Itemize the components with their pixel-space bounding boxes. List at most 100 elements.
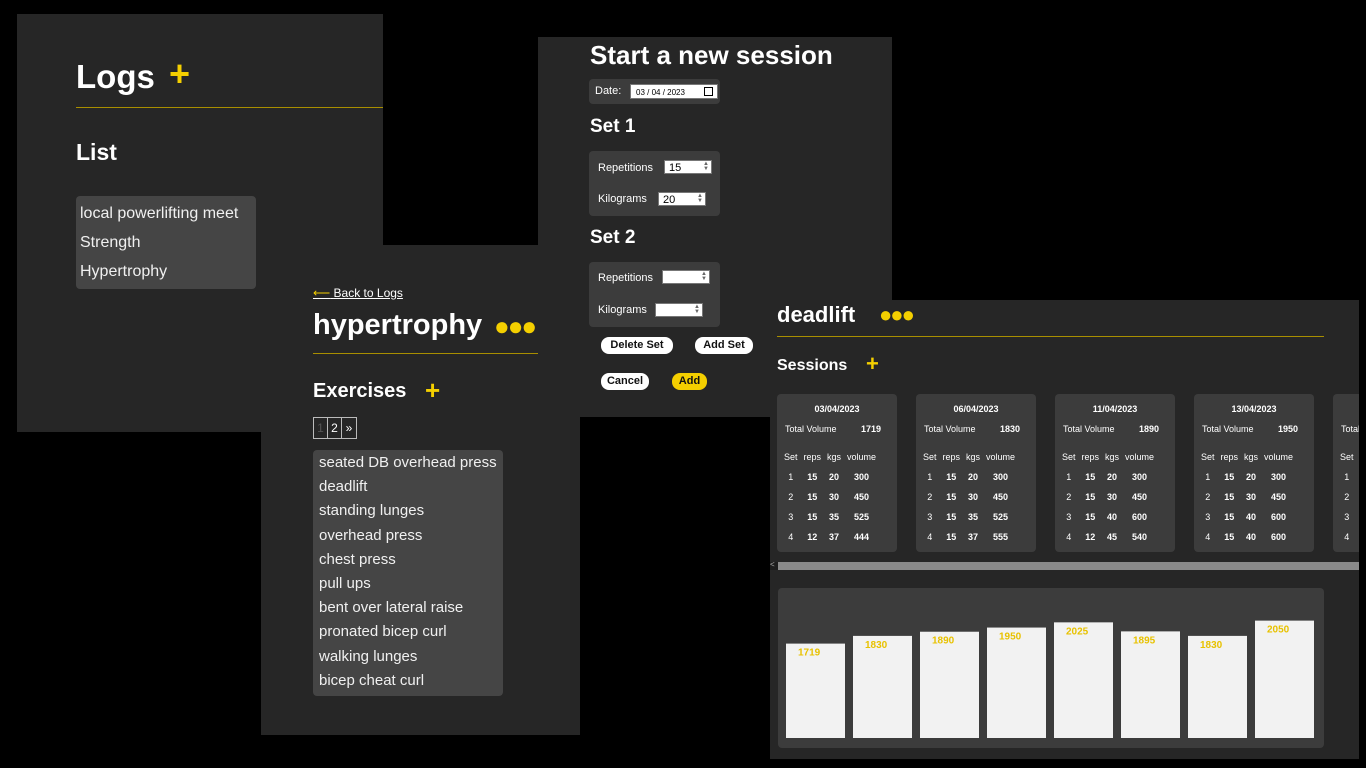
table-cell: 450 <box>1271 492 1287 502</box>
column-header: reps <box>803 452 822 462</box>
list-item[interactable]: pull ups <box>319 572 497 596</box>
table-row: 4 <box>1337 527 1359 547</box>
list-item[interactable]: Strength <box>80 228 252 257</box>
list-item[interactable]: standing lunges <box>319 499 497 523</box>
delete-set-button[interactable]: Delete Set <box>601 337 673 354</box>
cancel-button[interactable]: Cancel <box>601 373 649 390</box>
table-row: 3 15 40 600 <box>1059 507 1157 527</box>
add-button[interactable]: Add <box>672 373 707 390</box>
more-dots-icon[interactable]: ●●● <box>494 311 537 342</box>
table-cell: 600 <box>1271 532 1287 542</box>
page-2-button[interactable]: 2 <box>328 418 342 438</box>
next-page-button[interactable]: » <box>342 418 356 438</box>
plus-icon[interactable]: + <box>169 56 190 92</box>
total-volume-label: Total Volume <box>1341 424 1359 434</box>
table-cell: 1 <box>927 472 933 482</box>
column-header: volume <box>1264 452 1294 462</box>
back-to-logs-link[interactable]: ⟵ Back to Logs <box>313 286 403 300</box>
column-header: volume <box>986 452 1016 462</box>
session-cards: 03/04/2023 Total Volume 1719 Set reps kgs volu… <box>777 394 1359 552</box>
list-item[interactable]: pronated bicep curl <box>319 620 497 644</box>
table-header: Setrepskgs volume <box>781 447 879 467</box>
list-item[interactable]: bent over lateral raise <box>319 596 497 620</box>
session-card[interactable]: 11/04/2023 Total Volume 1890 Set reps kgs volu… <box>1055 394 1175 552</box>
spinner-icon[interactable]: ▲ ▼ <box>697 193 703 204</box>
chart-bar <box>920 631 979 738</box>
column-header: Set <box>1062 452 1076 462</box>
list-item[interactable]: chest press <box>319 548 497 572</box>
bar-value-label: 2050 <box>1267 625 1290 636</box>
reps-value: 15 <box>669 162 682 174</box>
kg-input[interactable]: 20 ▲ ▼ <box>658 192 706 206</box>
session-date: 03/04/2023 <box>814 404 860 414</box>
bar-value-label: 1719 <box>798 648 821 659</box>
scrollbar-thumb[interactable] <box>778 562 1359 570</box>
table-cell: 15 <box>1224 492 1235 502</box>
logs-list: local powerlifting meet Strength Hypertr… <box>76 196 256 289</box>
set-2-group: Repetitions ▲ ▼ Kilograms ▲ ▼ <box>589 262 720 327</box>
horizontal-scrollbar[interactable]: < <box>770 560 1359 570</box>
list-item[interactable]: seated DB overhead press <box>319 451 497 475</box>
table-cell: 12 <box>1085 532 1096 542</box>
table-row: 2 15 30 450 <box>1059 487 1157 507</box>
sessions-heading: Sessions <box>777 357 848 374</box>
hypertrophy-panel: ⟵ Back to Logs hypertrophy ●●● Exercises… <box>261 245 580 735</box>
spinner-icon[interactable]: ▲ ▼ <box>694 304 700 315</box>
list-item[interactable]: bicep cheat curl <box>319 669 497 693</box>
table-cell: 15 <box>946 512 957 522</box>
table-cell: 525 <box>854 512 870 522</box>
table-cell: 15 <box>946 532 957 542</box>
kg-label: Kilograms <box>598 193 647 205</box>
list-item[interactable]: deadlift <box>319 475 497 499</box>
kg-label: Kilograms <box>598 304 647 316</box>
table-row: 1 15 20 300 <box>920 467 1018 487</box>
session-card[interactable]: Total Volume Setrepskgsvolume 1 2 3 4 <box>1333 394 1359 552</box>
page-1-button[interactable]: 1 <box>314 418 328 438</box>
bar-value-label: 1950 <box>999 632 1022 643</box>
table-header: Setrepskgs volume <box>1059 447 1157 467</box>
session-card[interactable]: 13/04/2023 Total Volume 1950 Set reps kgs volu… <box>1194 394 1314 552</box>
kg-value: 20 <box>663 194 676 206</box>
total-volume-label: Total Volume <box>1063 424 1115 434</box>
table-cell: 40 <box>1107 512 1118 522</box>
table-row: 1 15 20 300 <box>1059 467 1157 487</box>
list-item[interactable]: local powerlifting meet <box>80 199 252 228</box>
more-dots-icon[interactable]: ●●● <box>879 302 915 328</box>
table-cell: 300 <box>993 472 1009 482</box>
calendar-icon[interactable] <box>704 87 713 96</box>
list-item[interactable]: overhead press <box>319 524 497 548</box>
session-card[interactable]: 03/04/2023 Total Volume 1719 Set reps kgs volu… <box>777 394 897 552</box>
table-cell: 15 <box>807 512 818 522</box>
scroll-left-icon[interactable]: < <box>770 560 775 569</box>
table-cell: 3 <box>788 512 794 522</box>
column-header: volume <box>1125 452 1155 462</box>
list-item[interactable]: walking lunges <box>319 645 497 669</box>
table-cell: 1 <box>1066 472 1072 482</box>
reps-input[interactable]: 15 ▲ ▼ <box>664 160 712 174</box>
kg-input[interactable]: ▲ ▼ <box>655 303 703 317</box>
table-cell: 30 <box>968 492 979 502</box>
total-volume-value: 1719 <box>861 424 882 434</box>
date-group: Date: 03 / 04 / 2023 <box>589 79 720 104</box>
spinner-icon[interactable]: ▲ ▼ <box>701 271 707 282</box>
table-cell: 2 <box>927 492 933 502</box>
list-item[interactable]: Hypertrophy <box>80 257 252 286</box>
table-cell: 1 <box>1344 472 1350 482</box>
column-header: volume <box>847 452 877 462</box>
sets-table: Set reps kgs volume 1 15 20 300 2 15 30 450 3 15 35 525… <box>781 447 879 547</box>
table-cell: 4 <box>1205 532 1211 542</box>
bar-value-label: 1895 <box>1133 635 1156 646</box>
plus-icon[interactable]: + <box>866 353 879 375</box>
total-volume-label: Total Volume <box>785 424 837 434</box>
reps-input[interactable]: ▲ ▼ <box>662 270 710 284</box>
table-cell: 450 <box>993 492 1009 502</box>
back-arrow-icon: ⟵ <box>313 286 331 300</box>
spinner-icon[interactable]: ▲ ▼ <box>703 161 709 172</box>
plus-icon[interactable]: + <box>425 377 440 403</box>
table-header: Setrepskgs volume <box>920 447 1018 467</box>
add-set-button[interactable]: Add Set <box>695 337 753 354</box>
date-input[interactable]: 03 / 04 / 2023 <box>630 84 718 99</box>
table-cell: 15 <box>1085 472 1096 482</box>
session-card[interactable]: 06/04/2023 Total Volume 1830 Set reps kgs volu… <box>916 394 1036 552</box>
table-cell <box>1357 507 1359 527</box>
